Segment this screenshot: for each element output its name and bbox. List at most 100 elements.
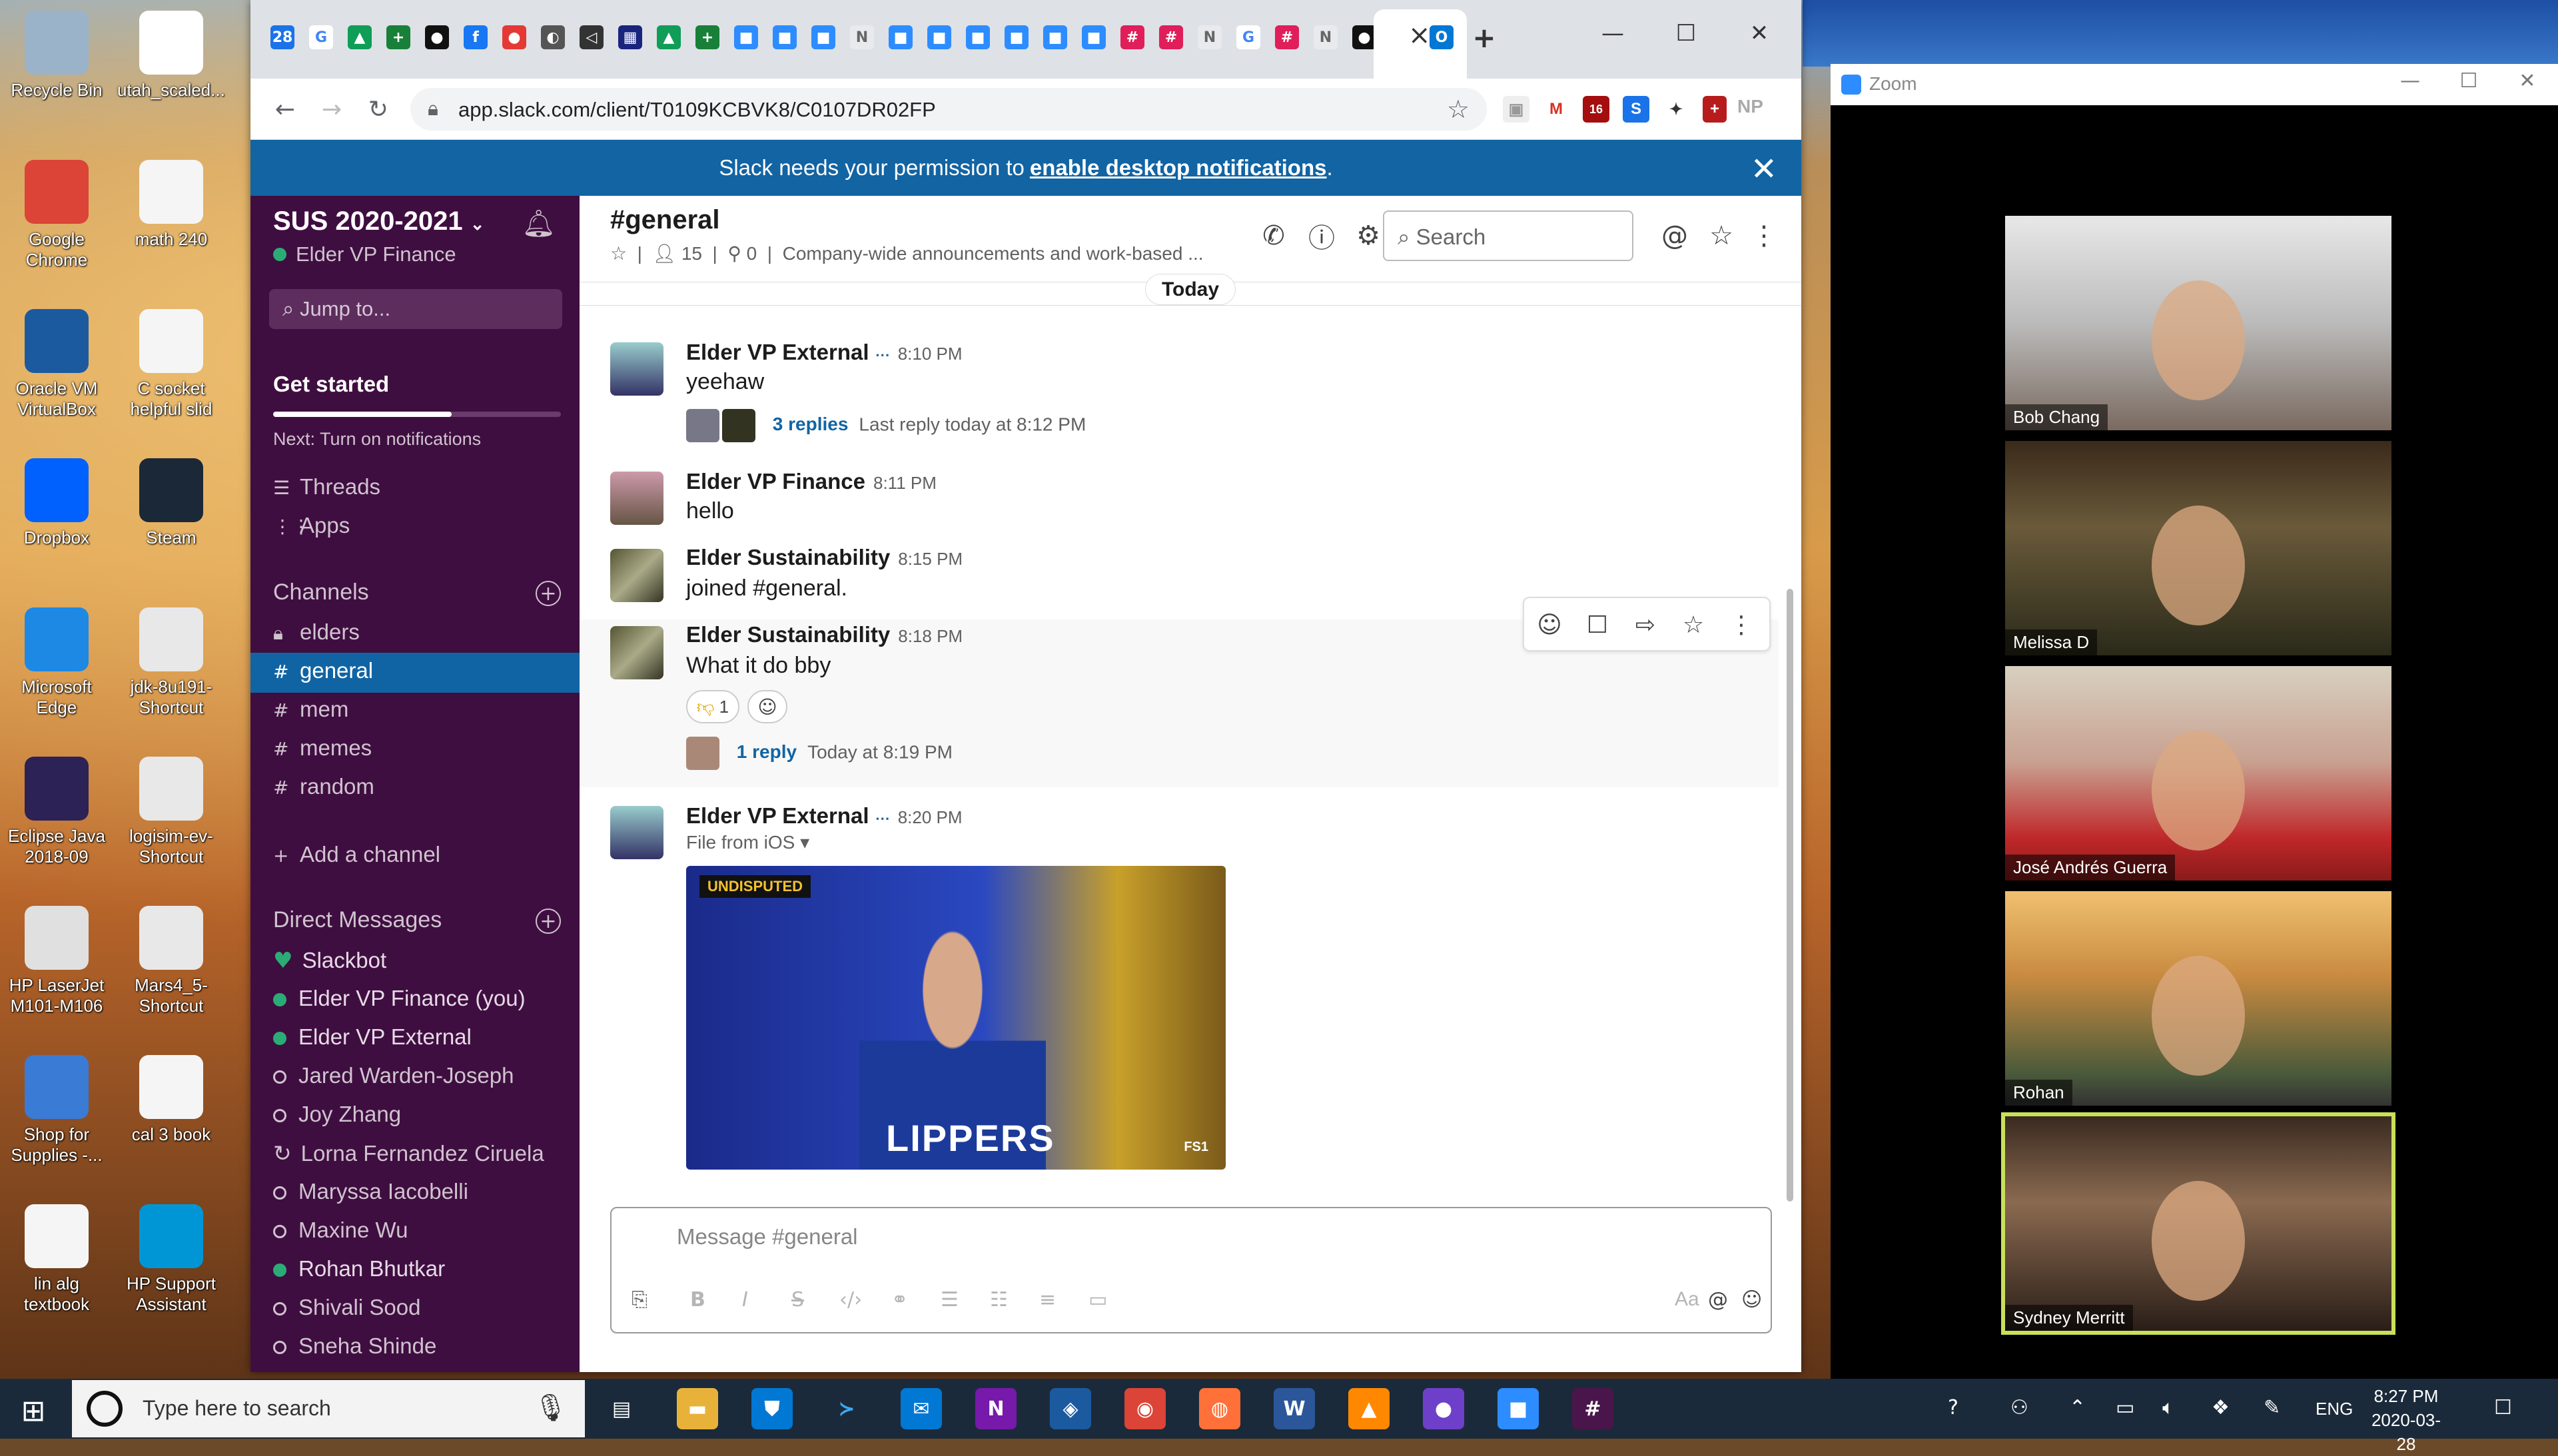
- google-tab-icon[interactable]: G: [309, 25, 333, 49]
- mentions-icon[interactable]: @: [1656, 217, 1693, 254]
- word-icon[interactable]: W: [1274, 1388, 1315, 1429]
- message-author[interactable]: Elder Sustainability 8:15 PM: [686, 545, 963, 570]
- vscode-icon[interactable]: ≻: [826, 1388, 867, 1429]
- avatar[interactable]: [610, 549, 663, 602]
- windows-start-icon[interactable]: ⊞: [13, 1391, 53, 1431]
- add-channel-button[interactable]: + Add a channel: [273, 842, 580, 867]
- clock[interactable]: 8:27 PM 2020-03-28: [2366, 1384, 2446, 1456]
- desktop-icon[interactable]: C socket helpful slid: [115, 298, 228, 438]
- github-tab-icon[interactable]: ●: [425, 25, 449, 49]
- chevron-up-icon[interactable]: ⌃: [2069, 1396, 2086, 1419]
- code-icon[interactable]: ‹/›: [839, 1288, 862, 1311]
- pen-icon[interactable]: ✎: [2264, 1396, 2280, 1419]
- attach-icon[interactable]: ⎘: [632, 1288, 647, 1311]
- slack-tab-icon[interactable]: #: [1120, 25, 1144, 49]
- sidebar-item-threads[interactable]: ☰ Threads: [273, 474, 580, 500]
- desktop-icon[interactable]: Recycle Bin: [0, 0, 113, 140]
- desktop-icon[interactable]: cal 3 book: [115, 1044, 228, 1184]
- message-author[interactable]: Elder Sustainability 8:18 PM: [686, 622, 963, 647]
- sidebar-channel-mem[interactable]: # mem: [273, 697, 580, 722]
- date-divider-label[interactable]: Today: [1144, 274, 1236, 305]
- desktop-icon[interactable]: Mars4_5-Shortcut: [115, 895, 228, 1035]
- phone-icon[interactable]: ✆: [1255, 217, 1292, 254]
- sidebar-dm-item[interactable]: Maxine Wu: [273, 1218, 580, 1243]
- sidebar-dm-item[interactable]: Jared Warden-Joseph: [273, 1063, 580, 1088]
- desktop-icon[interactable]: Google Chrome: [0, 149, 113, 289]
- alert-tab-icon[interactable]: ●: [502, 25, 526, 49]
- drive-tab-icon-2[interactable]: ▲: [657, 25, 681, 49]
- taskbar-search[interactable]: Type here to search 🎙︎: [72, 1380, 585, 1437]
- minimize-button[interactable]: —: [1576, 13, 1649, 53]
- sidebar-channel-general[interactable]: # general: [273, 658, 580, 683]
- gmail-ext-icon[interactable]: M: [1543, 96, 1569, 123]
- pin-count[interactable]: 0: [747, 243, 757, 264]
- desktop-icon[interactable]: math 240: [115, 149, 228, 289]
- thread-replies[interactable]: 3 replies Last reply today at 8:12 PM: [686, 409, 1086, 442]
- video-tile[interactable]: Sydney Merritt: [2001, 1112, 2395, 1335]
- zoom-tab-icon-4[interactable]: ■: [889, 25, 913, 49]
- enable-notifications-link[interactable]: enable desktop notifications: [1030, 155, 1327, 181]
- desktop-icon[interactable]: Dropbox: [0, 448, 113, 587]
- saved-star-icon[interactable]: ☆: [1703, 217, 1740, 254]
- facebook-tab-icon[interactable]: f: [464, 25, 488, 49]
- bold-icon[interactable]: B: [690, 1288, 705, 1311]
- maximize-button[interactable]: ☐: [1649, 13, 1723, 53]
- message-author[interactable]: Elder VP External ⋯ 8:10 PM: [686, 340, 963, 365]
- emoji-icon[interactable]: ☺: [1741, 1288, 1762, 1311]
- slack-tab-icon-3[interactable]: #: [1275, 25, 1299, 49]
- mention-icon[interactable]: @: [1708, 1288, 1728, 1311]
- desktop-icon[interactable]: HP LaserJet M101-M106: [0, 895, 113, 1035]
- desktop-icon[interactable]: logisim-ev-Shortcut: [115, 746, 228, 886]
- outlook-tab-icon[interactable]: O: [1430, 25, 1454, 49]
- slack-tab-icon-2[interactable]: #: [1159, 25, 1183, 49]
- notifications-icon[interactable]: ☐: [2494, 1396, 2512, 1419]
- bullet-list-icon[interactable]: ☷: [990, 1288, 1008, 1311]
- github-desktop-icon[interactable]: ●: [1423, 1388, 1464, 1429]
- info-icon[interactable]: ⓘ: [1303, 217, 1340, 254]
- store-icon[interactable]: ⛊: [751, 1388, 793, 1429]
- workspace-name[interactable]: SUS 2020-2021 ⌄: [273, 206, 485, 236]
- help-tray-icon[interactable]: ?: [1948, 1396, 1958, 1419]
- zoom-tab-icon-7[interactable]: ■: [1005, 25, 1029, 49]
- jump-to-button[interactable]: ⌕ Jump to...: [269, 289, 562, 329]
- desktop-icon[interactable]: utah_scaled...: [115, 0, 228, 140]
- thread-replies[interactable]: 1 reply Today at 8:19 PM: [686, 737, 953, 770]
- slack-taskbar-icon[interactable]: #: [1572, 1388, 1613, 1429]
- microphone-icon[interactable]: 🎙︎: [534, 1392, 568, 1423]
- avatar[interactable]: [610, 472, 663, 525]
- sidebar-dm-item[interactable]: Maryssa Iacobelli: [273, 1179, 580, 1204]
- task-view-icon[interactable]: ▤: [601, 1388, 642, 1429]
- virtualbox-taskbar-icon[interactable]: ◈: [1050, 1388, 1091, 1429]
- send-tab-icon[interactable]: ◁: [580, 25, 604, 49]
- member-count[interactable]: 15: [681, 243, 702, 264]
- add-channel-plus-icon[interactable]: +: [536, 581, 561, 606]
- s-ext-icon[interactable]: S: [1623, 96, 1649, 123]
- battery-icon[interactable]: ▭: [2116, 1396, 2134, 1419]
- italic-icon[interactable]: I: [742, 1288, 748, 1311]
- more-actions-icon[interactable]: ⋮: [1723, 606, 1760, 643]
- sidebar-dm-item[interactable]: Rohan Bhutkar: [273, 1256, 580, 1281]
- desktop-icon[interactable]: lin alg textbook: [0, 1194, 113, 1333]
- url-text[interactable]: app.slack.com/client/T0109KCBVK8/C0107DR…: [458, 98, 936, 122]
- dropbox-tray-icon[interactable]: ❖: [2212, 1396, 2230, 1419]
- tab-close-icon[interactable]: ×: [1408, 20, 1431, 51]
- sheets-tab-icon-2[interactable]: +: [695, 25, 719, 49]
- message-time[interactable]: 8:18 PM: [898, 626, 963, 646]
- channels-header[interactable]: Channels: [273, 579, 369, 605]
- bell-icon[interactable]: 🔔︎: [522, 208, 556, 239]
- reaction-thumbs-down[interactable]: 👎︎ 1: [686, 690, 739, 723]
- zoom-maximize-button[interactable]: ☐: [2442, 69, 2495, 93]
- sidebar-channel-random[interactable]: # random: [273, 774, 580, 799]
- channel-name[interactable]: #general: [610, 205, 720, 235]
- cortana-icon[interactable]: [87, 1391, 123, 1427]
- zoom-taskbar-icon[interactable]: ■: [1497, 1388, 1539, 1429]
- ordered-list-icon[interactable]: ☰: [941, 1288, 959, 1311]
- zoom-minimize-button[interactable]: —: [2383, 69, 2437, 93]
- strike-icon[interactable]: S: [791, 1288, 804, 1311]
- close-window-button[interactable]: ✕: [1723, 13, 1796, 53]
- zoom-tab-icon-9[interactable]: ■: [1082, 25, 1106, 49]
- language-indicator[interactable]: ENG: [2316, 1399, 2353, 1419]
- desktop-icon[interactable]: Steam: [115, 448, 228, 587]
- video-tile[interactable]: Melissa D: [2005, 441, 2391, 655]
- np-ext-icon[interactable]: NP: [1737, 96, 1767, 125]
